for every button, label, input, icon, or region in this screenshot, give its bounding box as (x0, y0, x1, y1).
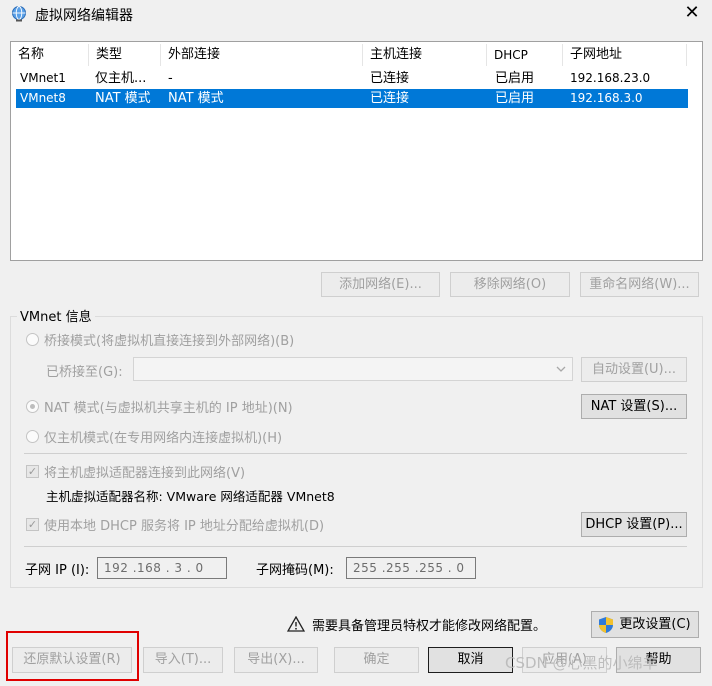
cell-name: VMnet8 (20, 91, 66, 105)
bridge-mode-radio[interactable] (26, 333, 39, 346)
globe-icon (12, 6, 26, 22)
table-row-selected[interactable]: VMnet8 NAT 模式 NAT 模式 已连接 已启用 192.168.3.0 (16, 89, 688, 108)
close-button[interactable]: ✕ (672, 0, 712, 28)
network-list[interactable]: 名称 类型 外部连接 主机连接 DHCP 子网地址 VMnet1 仅主机... … (10, 41, 703, 261)
table-row[interactable]: VMnet1 仅主机... - 已连接 已启用 192.168.23.0 (16, 69, 688, 88)
nat-settings-button[interactable]: NAT 设置(S)... (581, 394, 687, 419)
column-header-name[interactable]: 名称 (11, 44, 89, 66)
dhcp-label: 使用本地 DHCP 服务将 IP 地址分配给虚拟机(D) (44, 519, 325, 534)
connect-adapter-checkbox[interactable]: ✓ (26, 465, 39, 478)
cell-name: VMnet1 (20, 71, 66, 85)
chevron-down-icon (556, 366, 566, 372)
shield-icon (599, 617, 613, 633)
connect-adapter-label: 将主机虚拟适配器连接到此网络(V) (44, 466, 246, 481)
host-only-label: 仅主机模式(在专用网络内连接虚拟机)(H) (44, 431, 283, 446)
host-only-radio[interactable] (26, 430, 39, 443)
change-settings-button[interactable]: 更改设置(C) (591, 611, 699, 638)
subnet-ip-input[interactable]: 192 .168 . 3 . 0 (97, 557, 227, 579)
bridged-to-select[interactable] (133, 357, 573, 381)
cell-external: NAT 模式 (168, 91, 224, 106)
nat-mode-radio[interactable] (26, 400, 39, 413)
export-button[interactable]: 导出(X)... (234, 647, 318, 673)
column-header-dhcp[interactable]: DHCP (487, 44, 563, 66)
column-header-subnet[interactable]: 子网地址 (563, 44, 687, 66)
remove-network-button[interactable]: 移除网络(O) (450, 272, 570, 297)
window-title: 虚拟网络编辑器 (35, 8, 133, 24)
subnet-mask-label: 子网掩码(M): (256, 563, 334, 578)
highlight-box (6, 631, 139, 681)
column-header-host[interactable]: 主机连接 (363, 44, 487, 66)
cell-type: NAT 模式 (95, 91, 151, 106)
add-network-button[interactable]: 添加网络(E)... (321, 272, 440, 297)
watermark: CSDN @心黑的小绵羊 (505, 654, 658, 672)
cell-subnet: 192.168.23.0 (570, 71, 651, 85)
cell-dhcp: 已启用 (495, 91, 535, 106)
dhcp-checkbox[interactable]: ✓ (26, 518, 39, 531)
cell-dhcp: 已启用 (495, 71, 535, 86)
cell-external: - (168, 71, 173, 86)
cell-subnet: 192.168.3.0 (570, 91, 643, 105)
adapter-name-text: 主机虚拟适配器名称: VMware 网络适配器 VMnet8 (46, 489, 335, 504)
cell-type: 仅主机... (95, 71, 147, 86)
subnet-ip-label: 子网 IP (I): (25, 563, 90, 578)
cell-host: 已连接 (370, 71, 410, 86)
cancel-button[interactable]: 取消 (428, 647, 513, 673)
import-button[interactable]: 导入(T)... (143, 647, 223, 673)
admin-notice: 需要具备管理员特权才能修改网络配置。 (312, 619, 547, 634)
column-header-external[interactable]: 外部连接 (161, 44, 363, 66)
warning-icon (287, 616, 305, 632)
nat-mode-label: NAT 模式(与虚拟机共享主机的 IP 地址)(N) (44, 401, 293, 416)
column-header-type[interactable]: 类型 (89, 44, 161, 66)
subnet-mask-input[interactable]: 255 .255 .255 . 0 (346, 557, 476, 579)
title-bar: 虚拟网络编辑器 ✕ (0, 0, 712, 30)
change-settings-label: 更改设置(C) (619, 617, 691, 632)
bridged-to-label: 已桥接至(G): (46, 365, 123, 380)
dhcp-settings-button[interactable]: DHCP 设置(P)... (581, 512, 687, 537)
divider (24, 453, 687, 454)
cell-host: 已连接 (370, 91, 410, 106)
auto-settings-button[interactable]: 自动设置(U)... (581, 357, 687, 382)
bridge-mode-label: 桥接模式(将虚拟机直接连接到外部网络)(B) (44, 334, 295, 349)
divider (24, 546, 687, 547)
ok-button[interactable]: 确定 (334, 647, 419, 673)
vmnet-info-label: VMnet 信息 (17, 306, 95, 325)
rename-network-button[interactable]: 重命名网络(W)... (580, 272, 699, 297)
